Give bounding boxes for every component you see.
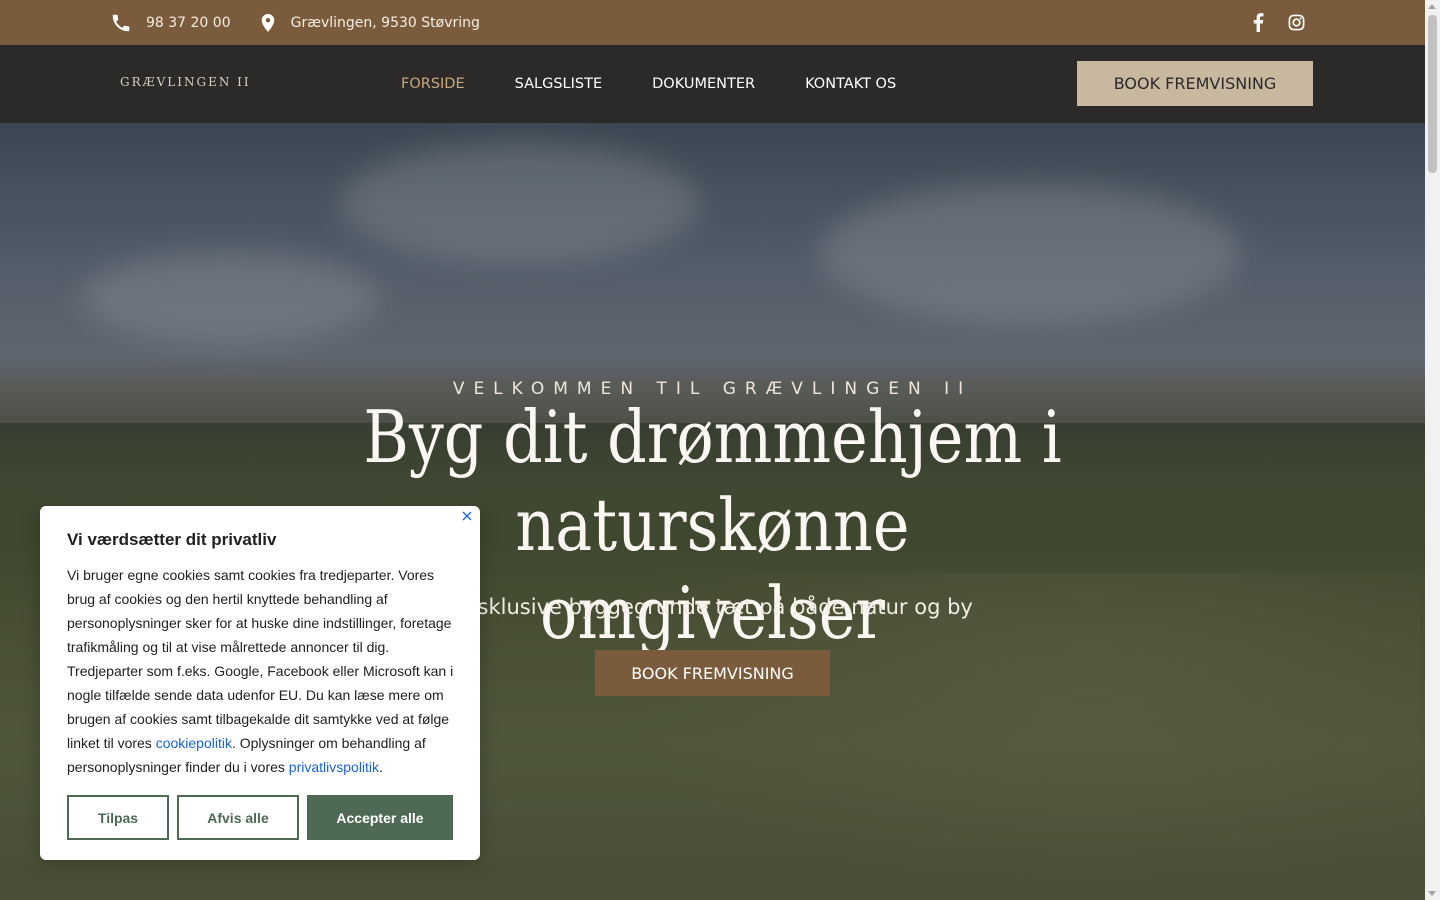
phone-icon <box>112 14 130 31</box>
top-info-bar: 98 37 20 00 Grævlingen, 9530 Støvring <box>0 0 1425 45</box>
cookie-consent-dialog: Vi værdsætter dit privatliv Vi bruger eg… <box>40 506 480 860</box>
address-link[interactable]: Grævlingen, 9530 Støvring <box>261 13 480 32</box>
main-navbar: GRÆVLINGEN II FORSIDE SALGSLISTE DOKUMEN… <box>0 45 1425 123</box>
social-links <box>1253 13 1305 32</box>
cookie-policy-link[interactable]: cookiepolitik <box>156 735 232 751</box>
address-text[interactable]: Grævlingen, 9530 Støvring <box>291 15 480 31</box>
scroll-up-icon[interactable] <box>1428 4 1436 9</box>
instagram-icon[interactable] <box>1288 14 1305 31</box>
reject-all-button[interactable]: Afvis alle <box>177 795 299 840</box>
page-scrollbar[interactable] <box>1425 0 1440 900</box>
accept-all-button[interactable]: Accepter alle <box>307 795 453 840</box>
book-viewing-nav-button[interactable]: BOOK FREMVISNING <box>1077 61 1313 106</box>
nav-item-forside[interactable]: FORSIDE <box>401 76 465 92</box>
map-marker-icon <box>261 13 274 32</box>
cookie-text-1: Vi bruger egne cookies samt cookies fra … <box>67 567 454 751</box>
nav-item-salgsliste[interactable]: SALGSLISTE <box>515 76 603 92</box>
site-logo[interactable]: GRÆVLINGEN II <box>120 75 251 89</box>
main-nav: FORSIDE SALGSLISTE DOKUMENTER KONTAKT OS <box>401 45 896 123</box>
privacy-policy-link[interactable]: privatlivspolitik <box>289 759 379 775</box>
nav-item-dokumenter[interactable]: DOKUMENTER <box>652 76 755 92</box>
phone-number[interactable]: 98 37 20 00 <box>146 15 231 31</box>
facebook-icon[interactable] <box>1253 13 1264 32</box>
cookie-text: Vi bruger egne cookies samt cookies fra … <box>67 563 460 779</box>
cookie-title: Vi værdsætter dit privatliv <box>67 530 277 549</box>
cookie-text-3: . <box>379 759 383 775</box>
scroll-down-icon[interactable] <box>1428 891 1436 896</box>
scrollbar-thumb[interactable] <box>1428 15 1437 173</box>
contact-info: 98 37 20 00 Grævlingen, 9530 Støvring <box>112 13 480 32</box>
book-viewing-hero-button[interactable]: BOOK FREMVISNING <box>595 650 830 696</box>
close-icon[interactable] <box>459 508 475 524</box>
nav-item-kontakt-os[interactable]: KONTAKT OS <box>805 76 896 92</box>
phone-link[interactable]: 98 37 20 00 <box>112 14 231 32</box>
customize-button[interactable]: Tilpas <box>67 795 169 840</box>
